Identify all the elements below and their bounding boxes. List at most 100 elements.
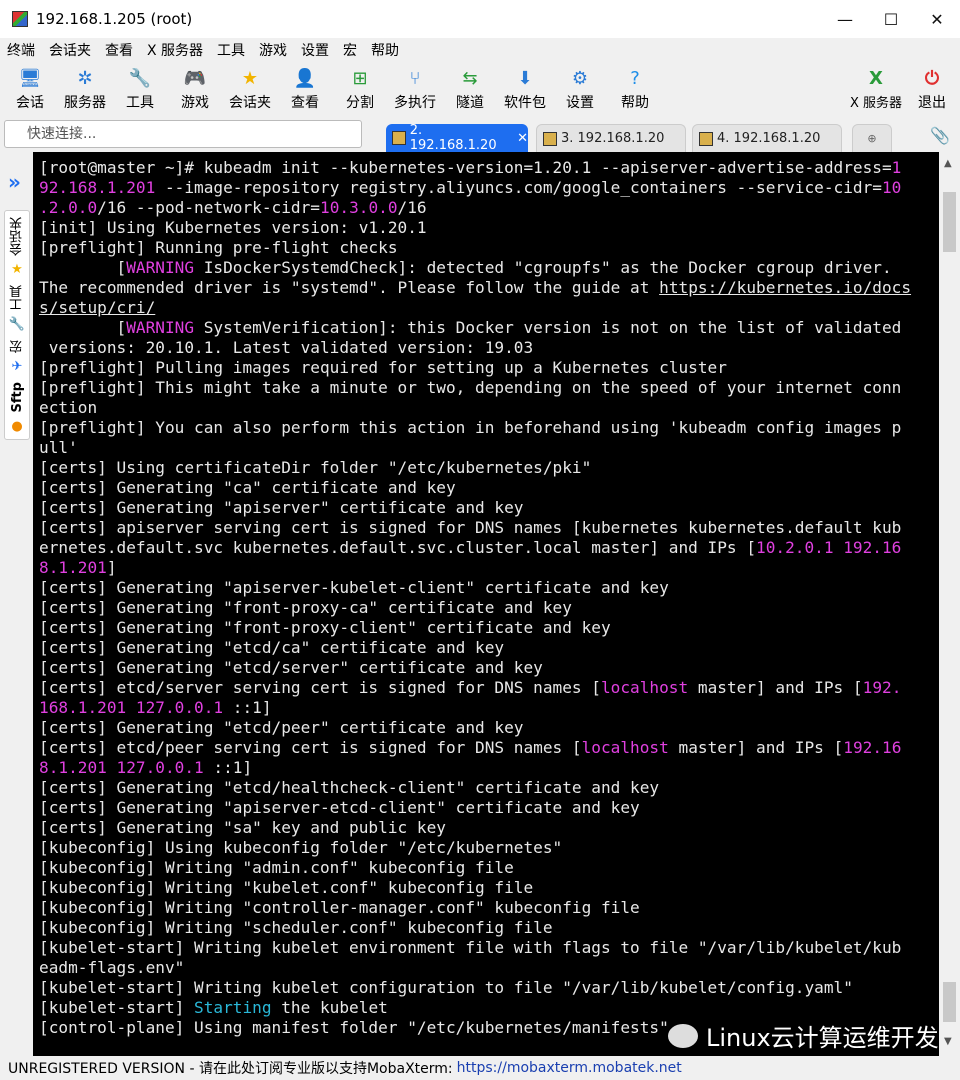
terminal-text: ::1] bbox=[223, 698, 272, 717]
toolbar-label: 多执行 bbox=[394, 95, 436, 111]
attach-icon[interactable]: 📎 bbox=[930, 126, 950, 145]
toolbar-session-button[interactable]: 🖥 会话 bbox=[0, 66, 60, 112]
terminal-text: [certs] Generating "apiserver" certifica… bbox=[39, 498, 524, 517]
toolbar-star-button[interactable]: ★ 会话夹 bbox=[220, 66, 280, 112]
sidebar-tab-tools[interactable]: 工具 bbox=[8, 285, 27, 311]
sidebar-tab-sessions[interactable]: 会话夹 bbox=[8, 217, 27, 256]
terminal-line: [preflight] You can also perform this ac… bbox=[39, 418, 939, 438]
terminal-line: ull' bbox=[39, 438, 939, 458]
unregistered-notice: UNREGISTERED VERSION - 请在此处订阅专业版以支持MobaX… bbox=[8, 1061, 453, 1077]
package-icon: ⬇ bbox=[517, 67, 533, 89]
sidebar-tab-macros[interactable]: 宏 bbox=[8, 340, 27, 353]
toolbar-multiexec-button[interactable]: ⑂ 多执行 bbox=[385, 66, 445, 112]
scroll-up-icon[interactable]: ▲ bbox=[944, 158, 952, 169]
tab-close-icon[interactable]: ✕ bbox=[517, 131, 528, 146]
tab-session-2[interactable]: 2. 192.168.1.20 ✕ bbox=[386, 123, 528, 153]
toolbar-label: 分割 bbox=[346, 95, 374, 111]
menu-xserver[interactable]: X 服务器 bbox=[140, 40, 210, 60]
terminal-text: Starting bbox=[194, 998, 272, 1017]
tab-bar: 快速连接... 2. 192.168.1.20 ✕ 3. 192.168.1.2… bbox=[0, 118, 960, 153]
terminal-line: [certs] Generating "etcd/ca" certificate… bbox=[39, 638, 939, 658]
scroll-thumb[interactable] bbox=[943, 192, 956, 252]
servers-icon: ✲ bbox=[77, 67, 93, 89]
toolbar-view-button[interactable]: 👤 查看 bbox=[275, 66, 335, 112]
terminal-line: [certs] Generating "etcd/healthcheck-cli… bbox=[39, 778, 939, 798]
terminal-output[interactable]: [root@master ~]# kubeadm init --kubernet… bbox=[33, 152, 939, 1056]
menu-view[interactable]: 查看 bbox=[98, 40, 140, 60]
terminal-line: [WARNING IsDockerSystemdCheck]: detected… bbox=[39, 258, 939, 278]
terminal-line: ection bbox=[39, 398, 939, 418]
menu-games[interactable]: 游戏 bbox=[252, 40, 294, 60]
tools-icon: 🔧 bbox=[128, 67, 152, 89]
view-icon: 👤 bbox=[293, 67, 317, 89]
exit-icon: ⏻ bbox=[924, 67, 940, 89]
terminal-line: versions: 20.10.1. Latest validated vers… bbox=[39, 338, 939, 358]
toolbar-games-button[interactable]: 🎮 游戏 bbox=[165, 66, 225, 112]
tab-session-4[interactable]: 4. 192.168.1.20 bbox=[692, 124, 842, 152]
terminal-line: [certs] Generating "front-proxy-client" … bbox=[39, 618, 939, 638]
toolbar-tools-button[interactable]: 🔧 工具 bbox=[110, 66, 170, 112]
terminal-link[interactable]: https://kubernetes.io/docs bbox=[659, 278, 911, 297]
terminal-text: ernetes.default.svc kubernetes.default.s… bbox=[39, 538, 757, 557]
maximize-button[interactable]: ☐ bbox=[868, 0, 914, 38]
close-button[interactable]: ✕ bbox=[914, 0, 960, 38]
new-tab-button[interactable]: ⊕ bbox=[852, 124, 892, 152]
toolbar-settings-button[interactable]: ⚙ 设置 bbox=[550, 66, 610, 112]
terminal-scrollbar[interactable]: ▲ ▼ bbox=[939, 152, 960, 1056]
terminal-link[interactable]: s/setup/cri/ bbox=[39, 298, 155, 317]
menu-sessions[interactable]: 会话夹 bbox=[42, 40, 98, 60]
minimize-button[interactable]: — bbox=[822, 0, 868, 38]
tab-label: 3. 192.168.1.20 bbox=[561, 131, 665, 146]
terminal-text: 192.16 bbox=[843, 738, 902, 757]
menu-help[interactable]: 帮助 bbox=[364, 40, 406, 60]
tab-label: 4. 192.168.1.20 bbox=[717, 131, 821, 146]
terminal-text: 192. bbox=[862, 678, 902, 697]
sidebar-tabs: 会话夹 ★ 工具 🔧 宏 ✈ Sftp ● bbox=[4, 210, 30, 440]
terminal-text: [kubelet-start] Writing kubelet environm… bbox=[39, 938, 902, 957]
star-icon: ★ bbox=[11, 262, 23, 277]
terminal-line: [certs] Generating "apiserver" certifica… bbox=[39, 498, 939, 518]
toolbar-xserver-button[interactable]: X X 服务器 bbox=[846, 66, 906, 112]
toolbar-servers-button[interactable]: ✲ 服务器 bbox=[55, 66, 115, 112]
menu-tools[interactable]: 工具 bbox=[210, 40, 252, 60]
toolbar-help-button[interactable]: ? 帮助 bbox=[605, 66, 665, 112]
toolbar-label: 退出 bbox=[918, 95, 946, 111]
menu-terminal[interactable]: 终端 bbox=[0, 40, 42, 60]
tab-session-3[interactable]: 3. 192.168.1.20 bbox=[536, 124, 686, 152]
mobaxterm-link[interactable]: https://mobaxterm.mobatek.net bbox=[457, 1060, 682, 1076]
terminal-text: [preflight] Pulling images required for … bbox=[39, 358, 727, 377]
expand-sidebar-icon[interactable]: » bbox=[8, 170, 21, 194]
watermark-text: Linux云计算运维开发 bbox=[706, 1024, 939, 1052]
quick-connect-input[interactable]: 快速连接... bbox=[4, 120, 362, 148]
terminal-text: 92.168.1.201 bbox=[39, 178, 156, 197]
toolbar-label: 帮助 bbox=[621, 95, 649, 111]
toolbar-package-button[interactable]: ⬇ 软件包 bbox=[495, 66, 555, 112]
toolbar-exit-button[interactable]: ⏻ 退出 bbox=[902, 66, 960, 112]
terminal-text: [certs] Generating "front-proxy-ca" cert… bbox=[39, 598, 572, 617]
terminal-line: eadm-flags.env" bbox=[39, 958, 939, 978]
terminal-text: [kubeconfig] Writing "kubelet.conf" kube… bbox=[39, 878, 534, 897]
tools-icon: 🔧 bbox=[8, 317, 26, 332]
session-icon: 🖥 bbox=[18, 67, 42, 89]
new-tab-icon: ⊕ bbox=[867, 132, 877, 145]
terminal-line: 92.168.1.201 --image-repository registry… bbox=[39, 178, 939, 198]
terminal-text: [control-plane] Using manifest folder "/… bbox=[39, 1018, 669, 1037]
terminal-text: localhost bbox=[581, 738, 669, 757]
terminal-line: ernetes.default.svc kubernetes.default.s… bbox=[39, 538, 939, 558]
toolbar-tunnel-button[interactable]: ⇆ 隧道 bbox=[440, 66, 500, 112]
macro-icon: ✈ bbox=[11, 359, 23, 374]
menu-settings[interactable]: 设置 bbox=[294, 40, 336, 60]
terminal-text: [certs] etcd/server serving cert is sign… bbox=[39, 678, 601, 697]
toolbar-label: 会话夹 bbox=[229, 95, 271, 111]
scroll-down-icon[interactable]: ▼ bbox=[944, 1036, 952, 1047]
terminal-text: [ bbox=[39, 318, 127, 337]
menu-macros[interactable]: 宏 bbox=[336, 40, 364, 60]
terminal-icon bbox=[543, 131, 557, 146]
scroll-thumb-bottom[interactable] bbox=[943, 982, 956, 1022]
toolbar-split-button[interactable]: ⊞ 分割 bbox=[330, 66, 390, 112]
terminal-text: 10.2.0.1 192.16 bbox=[756, 538, 902, 557]
terminal-text: the kubelet bbox=[271, 998, 388, 1017]
status-bar: UNREGISTERED VERSION - 请在此处订阅专业版以支持MobaX… bbox=[0, 1056, 960, 1080]
sidebar-tab-sftp[interactable]: Sftp bbox=[10, 382, 25, 413]
terminal-line: [root@master ~]# kubeadm init --kubernet… bbox=[39, 158, 939, 178]
